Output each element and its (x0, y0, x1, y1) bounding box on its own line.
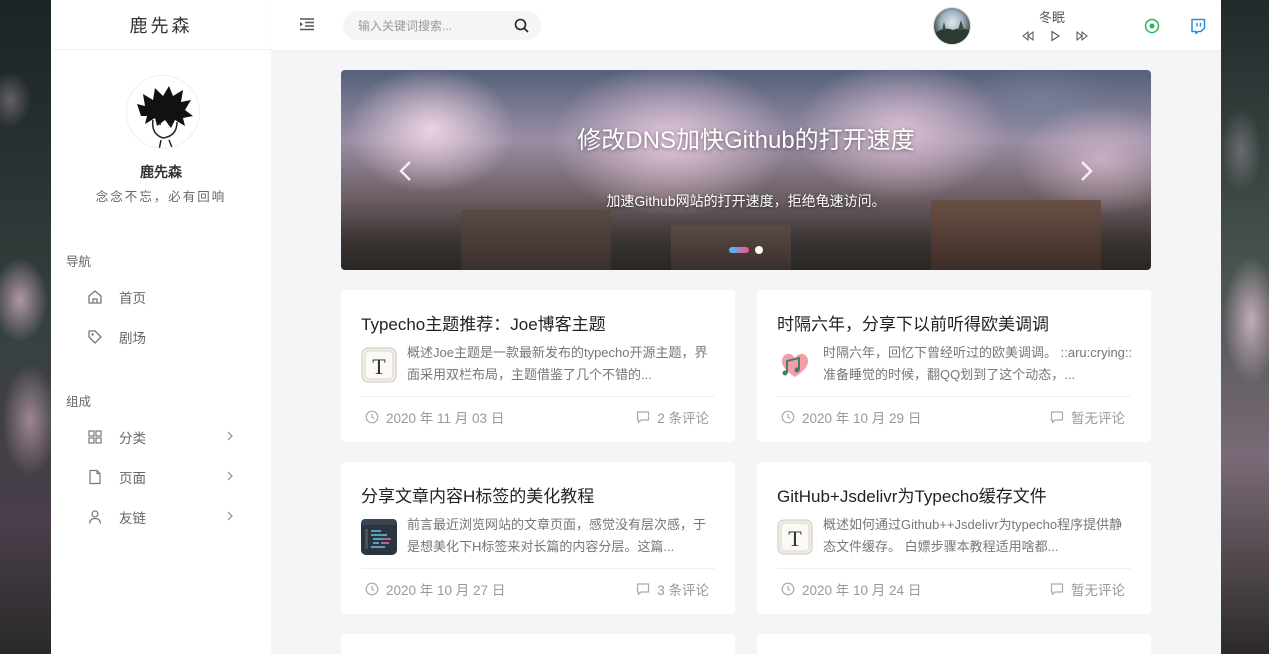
post-comments[interactable]: 2 条评论 (636, 407, 709, 427)
post-card[interactable]: 时隔六年，分享下以前听得欧美调调 时隔六年，回忆下曾经听过的欧美调调。 ::ar… (757, 290, 1151, 442)
post-card[interactable]: GitHub+Jsdelivr为Typecho缓存文件 T 概述如何通过Gith… (757, 462, 1151, 614)
post-date: 2020 年 10 月 24 日 (781, 579, 921, 599)
svg-text:T: T (372, 354, 386, 379)
chevron-right-icon (223, 429, 237, 443)
grid-icon (87, 429, 103, 445)
divider (777, 568, 1131, 569)
comment-icon (637, 411, 650, 424)
prev-arrow-icon[interactable] (397, 160, 415, 182)
post-excerpt: 概述如何通过Github++Jsdelivr为typecho程序提供静态文件缓存… (823, 517, 1123, 554)
sidebar-item-label: 页面 (119, 471, 146, 486)
post-card-partial[interactable] (757, 634, 1151, 654)
post-date-text: 2020 年 10 月 29 日 (802, 411, 922, 426)
divider (361, 396, 715, 397)
post-date: 2020 年 11 月 03 日 (365, 407, 504, 427)
post-comments-text: 3 条评论 (657, 583, 709, 598)
fast-forward-icon[interactable] (1076, 29, 1088, 42)
search-icon[interactable] (514, 18, 529, 33)
clock-icon (365, 410, 379, 424)
post-title[interactable]: 分享文章内容H标签的美化教程 (361, 482, 594, 507)
rewind-icon[interactable] (1022, 29, 1034, 42)
background-right (1221, 0, 1269, 654)
home-icon (87, 289, 103, 305)
sidebar-item-theater[interactable]: 剧场 (87, 325, 237, 349)
sidebar-item-label: 友链 (119, 511, 146, 526)
post-excerpt: 时隔六年，回忆下曾经听过的欧美调调。 ::aru:crying:: 准备睡觉的时… (823, 345, 1133, 382)
post-date: 2020 年 10 月 27 日 (365, 579, 505, 599)
post-card[interactable]: 分享文章内容H标签的美化教程 前言最近浏览网站的文章页面，感觉没有层次感，于是想… (341, 462, 735, 614)
compose-group-title: 组成 (66, 395, 92, 409)
post-title[interactable]: GitHub+Jsdelivr为Typecho缓存文件 (777, 482, 1047, 507)
sidebar-item-pages[interactable]: 页面 (87, 465, 237, 489)
file-icon (87, 469, 103, 485)
sidebar-item-home[interactable]: 首页 (87, 285, 237, 309)
clock-icon (781, 410, 795, 424)
post-comments-text: 暂无评论 (1071, 583, 1125, 598)
record-icon[interactable] (1144, 18, 1160, 34)
music-heart-icon (777, 347, 813, 383)
twitch-icon[interactable] (1190, 18, 1206, 35)
sidebar-item-label: 分类 (119, 431, 146, 446)
clock-icon (365, 582, 379, 596)
carousel-dot[interactable] (755, 246, 763, 254)
post-excerpt: 前言最近浏览网站的文章页面，感觉没有层次感，于是想美化下H标签来对长篇的内容分层… (407, 517, 707, 554)
background-left (0, 0, 51, 654)
chevron-right-icon (223, 509, 237, 523)
next-arrow-icon[interactable] (1077, 160, 1095, 182)
comment-icon (1050, 411, 1064, 424)
profile-name: 鹿先森 (140, 164, 182, 180)
post-comments-text: 暂无评论 (1071, 411, 1125, 426)
comment-icon (637, 583, 650, 596)
post-title[interactable]: 时隔六年，分享下以前听得欧美调调 (777, 310, 1049, 335)
sidebar-item-label: 剧场 (119, 331, 146, 346)
divider (777, 396, 1131, 397)
sidebar-item-links[interactable]: 友链 (87, 505, 237, 529)
clock-icon (781, 582, 795, 596)
play-icon[interactable] (1049, 29, 1061, 42)
tag-icon (87, 329, 103, 345)
sidebar-item-category[interactable]: 分类 (87, 425, 237, 449)
post-comments[interactable]: 暂无评论 (1050, 407, 1125, 427)
divider (361, 568, 715, 569)
post-card[interactable]: Typecho主题推荐：Joe博客主题 T 概述Joe主题是一款最新发布的typ… (341, 290, 735, 442)
carousel-indicators (729, 246, 763, 254)
post-comments-text: 2 条评论 (657, 411, 709, 426)
post-comments[interactable]: 3 条评论 (636, 579, 709, 599)
post-date-text: 2020 年 10 月 27 日 (386, 583, 506, 598)
banner-subtitle: 加速Github网站的打开速度，拒绝龟速访问。 (606, 193, 886, 209)
banner-title[interactable]: 修改DNS加快Github的打开速度 (341, 120, 1151, 155)
comment-icon (1050, 583, 1064, 596)
carousel-dot-active[interactable] (729, 247, 749, 253)
post-excerpt: 概述Joe主题是一款最新发布的typecho开源主题，界面采用双栏布局，主题借鉴… (407, 345, 708, 382)
music-cover[interactable] (933, 7, 971, 45)
post-date-text: 2020 年 10 月 24 日 (802, 583, 922, 598)
profile-motto: 念念不忘，必有回响 (95, 190, 227, 204)
avatar[interactable] (126, 75, 200, 149)
post-date: 2020 年 10 月 29 日 (781, 407, 921, 427)
post-card-partial[interactable] (341, 634, 735, 654)
chevron-right-icon (223, 469, 237, 483)
svg-text:T: T (788, 526, 802, 551)
code-editor-icon (361, 519, 397, 555)
search-input[interactable] (343, 11, 503, 40)
menu-toggle-icon[interactable] (299, 16, 315, 32)
sidebar-item-label: 首页 (119, 291, 146, 306)
header: 冬眠 (271, 0, 1221, 50)
post-comments[interactable]: 暂无评论 (1050, 579, 1125, 599)
music-title: 冬眠 (1038, 10, 1065, 25)
nav-group-title: 导航 (66, 255, 92, 269)
featured-banner[interactable]: 修改DNS加快Github的打开速度 加速Github网站的打开速度，拒绝龟速访… (341, 70, 1151, 270)
page: 鹿先森 鹿先森 念念不忘，必有回响 导航 首页 剧场 组成 分类 页面 友链 输… (51, 0, 1221, 654)
search-box (343, 11, 541, 40)
sidebar: 鹿先森 鹿先森 念念不忘，必有回响 导航 首页 剧场 组成 分类 页面 友链 (51, 0, 271, 654)
typora-t-icon: T (361, 347, 397, 383)
post-title[interactable]: Typecho主题推荐：Joe博客主题 (361, 310, 606, 335)
site-brand[interactable]: 鹿先森 (51, 0, 271, 50)
user-icon (87, 509, 103, 525)
typora-t-icon: T (777, 519, 813, 555)
banner-scenery (461, 210, 611, 270)
post-date-text: 2020 年 11 月 03 日 (386, 411, 505, 426)
